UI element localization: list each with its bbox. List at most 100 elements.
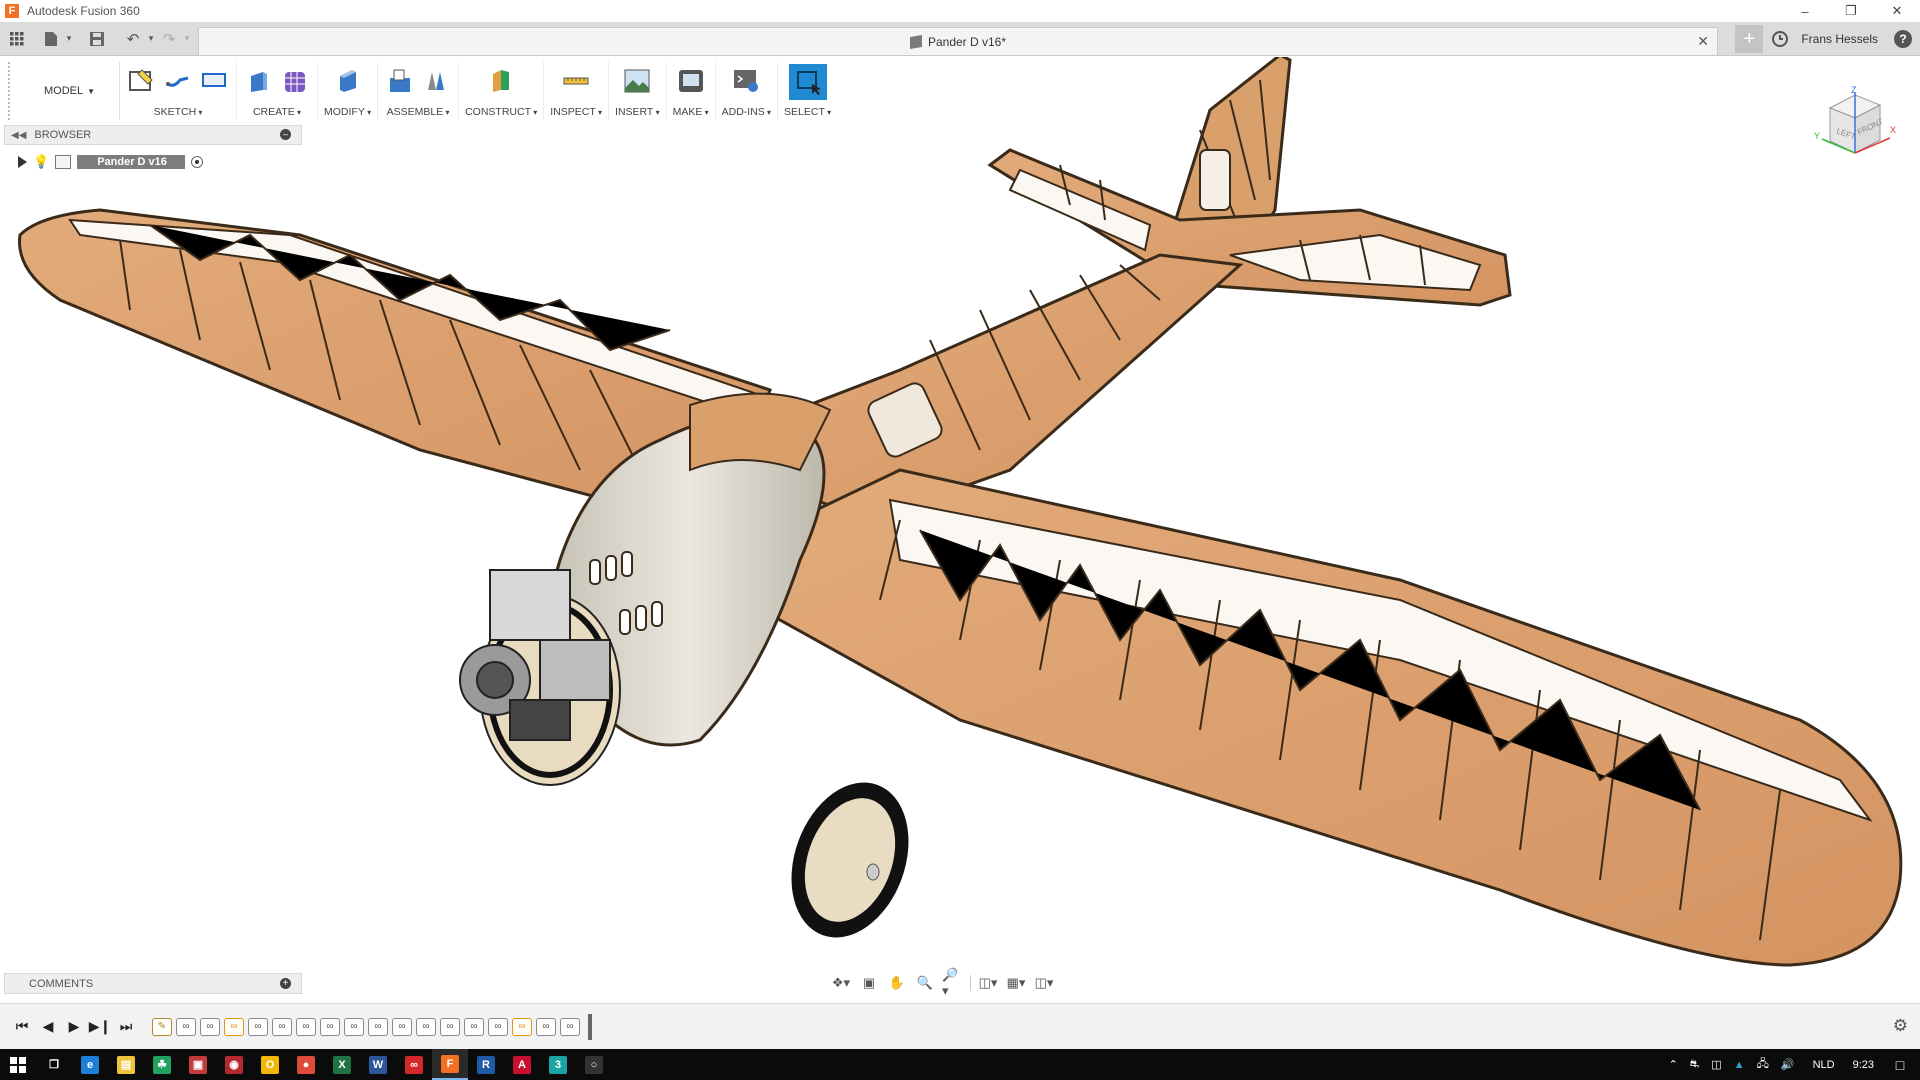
minus-icon[interactable]: –	[280, 129, 291, 140]
autodesk-tray-icon[interactable]: ▲	[1734, 1059, 1745, 1071]
apps-grid-icon[interactable]	[4, 26, 30, 52]
viewports-icon[interactable]: ◫▾	[1033, 973, 1055, 993]
visibility-bulb-icon[interactable]: 💡	[33, 154, 49, 170]
taskbar-app-red-2-icon[interactable]: ◉	[216, 1049, 252, 1080]
go-to-end-button[interactable]: ⏭	[114, 1015, 138, 1039]
insert-image-icon[interactable]	[621, 64, 653, 96]
airplane-model[interactable]	[0, 57, 1920, 1000]
timeline-feature-joint-icon[interactable]: ∞	[320, 1017, 340, 1036]
select-icon[interactable]	[788, 64, 827, 100]
modify-menu[interactable]: MODIFY	[324, 106, 371, 118]
step-back-button[interactable]: ◀	[36, 1015, 60, 1039]
taskbar-chrome-icon[interactable]: ●	[288, 1049, 324, 1080]
sketch-menu[interactable]: SKETCH	[154, 106, 203, 118]
taskbar-revit-icon[interactable]: R	[468, 1049, 504, 1080]
add-comment-icon[interactable]: +	[280, 978, 291, 989]
root-item-label[interactable]: Pander D v16	[77, 155, 185, 169]
taskbar-explorer-icon[interactable]: ▤	[108, 1049, 144, 1080]
timeline-feature-joint-icon[interactable]: ∞	[440, 1017, 460, 1036]
tray-expand-icon[interactable]: ⌃	[1669, 1058, 1678, 1071]
toolbar-handle[interactable]	[8, 62, 14, 120]
storage-icon[interactable]: ◫	[1711, 1058, 1721, 1071]
comments-panel[interactable]: COMMENTS +	[4, 973, 302, 994]
timeline-feature-orange-icon[interactable]: ∞	[224, 1017, 244, 1036]
new-component-icon[interactable]	[384, 64, 416, 96]
close-button[interactable]: ✕	[1874, 0, 1920, 22]
network-icon[interactable]: 🖧	[1757, 1055, 1769, 1074]
file-icon[interactable]	[38, 26, 64, 52]
tab-close-icon[interactable]: ✕	[1697, 33, 1709, 50]
timeline-feature-joint-icon[interactable]: ∞	[560, 1017, 580, 1036]
redo-dropdown-icon[interactable]: ▾	[182, 26, 192, 52]
taskbar-app-green-icon[interactable]: ☘	[144, 1049, 180, 1080]
scripts-icon[interactable]	[730, 64, 762, 96]
line-icon[interactable]	[162, 64, 194, 96]
browser-panel-header[interactable]: ◀◀ BROWSER –	[4, 125, 302, 145]
windows-start-icon[interactable]	[0, 1049, 36, 1080]
timeline-feature-joint-icon[interactable]: ∞	[200, 1017, 220, 1036]
new-tab-button[interactable]: +	[1735, 25, 1764, 53]
taskbar-app-dim-icon[interactable]: ○	[576, 1049, 612, 1080]
taskbar-excel-icon[interactable]: X	[324, 1049, 360, 1080]
minimize-button[interactable]: –	[1782, 0, 1828, 22]
taskbar-app-red-1-icon[interactable]: ▣	[180, 1049, 216, 1080]
save-icon[interactable]	[84, 26, 110, 52]
help-icon[interactable]: ?	[1894, 30, 1912, 48]
look-at-icon[interactable]: ▣	[858, 973, 880, 993]
timeline-feature-joint-icon[interactable]: ∞	[488, 1017, 508, 1036]
taskbar-app-yellow-icon[interactable]: O	[252, 1049, 288, 1080]
timeline-settings-gear-icon[interactable]: ⚙	[1893, 1016, 1908, 1036]
redo-icon[interactable]: ↷	[156, 26, 182, 52]
offset-plane-icon[interactable]	[485, 64, 517, 96]
pan-icon[interactable]: ✋	[886, 973, 908, 993]
taskbar-edge-icon[interactable]: e	[72, 1049, 108, 1080]
step-forward-button[interactable]: ▶❙	[88, 1015, 112, 1039]
create-menu[interactable]: CREATE	[253, 106, 301, 118]
canvas-viewport[interactable]	[0, 57, 1920, 1000]
3d-print-icon[interactable]	[675, 64, 707, 96]
taskbar-task-view-icon[interactable]: ❐	[36, 1049, 72, 1080]
orbit-icon[interactable]: ❖▾	[830, 973, 852, 993]
file-dropdown-icon[interactable]: ▾	[64, 26, 74, 52]
fit-icon[interactable]: 🔎▾	[942, 967, 964, 998]
press-pull-icon[interactable]	[332, 64, 364, 96]
assemble-menu[interactable]: ASSEMBLE	[387, 106, 450, 118]
viewcube[interactable]: LEFT FRONT Z X Y	[1810, 83, 1900, 173]
security-icon[interactable]: ⛐	[1690, 1058, 1700, 1072]
undo-icon[interactable]: ↶	[120, 26, 146, 52]
clock-time[interactable]: 9:23	[1853, 1059, 1874, 1071]
display-settings-icon[interactable]: ◫▾	[977, 973, 999, 993]
go-to-start-button[interactable]: ⏮	[10, 1015, 34, 1039]
taskbar-word-icon[interactable]: W	[360, 1049, 396, 1080]
play-button[interactable]: ▶	[62, 1015, 86, 1039]
timeline-feature-orange-icon[interactable]: ∞	[512, 1017, 532, 1036]
job-status-icon[interactable]	[1769, 28, 1791, 50]
user-name[interactable]: Frans Hessels	[1801, 32, 1878, 46]
taskbar-app-teal-icon[interactable]: 3	[540, 1049, 576, 1080]
timeline-marker[interactable]	[588, 1013, 592, 1040]
timeline-feature-joint-icon[interactable]: ∞	[416, 1017, 436, 1036]
taskbar-autocad-icon[interactable]: A	[504, 1049, 540, 1080]
collapse-icon[interactable]: ◀◀	[11, 130, 26, 141]
notifications-icon[interactable]: □	[1880, 1049, 1920, 1080]
timeline-feature-joint-icon[interactable]: ∞	[344, 1017, 364, 1036]
document-tab[interactable]: Pander D v16* ✕	[198, 27, 1718, 55]
timeline-feature-joint-icon[interactable]: ∞	[296, 1017, 316, 1036]
timeline-feature-joint-icon[interactable]: ∞	[392, 1017, 412, 1036]
rectangle-icon[interactable]	[198, 64, 230, 96]
form-icon[interactable]	[279, 64, 311, 96]
taskbar-creative-cloud-icon[interactable]: ∞	[396, 1049, 432, 1080]
make-menu[interactable]: MAKE	[673, 106, 709, 118]
inspect-menu[interactable]: INSPECT	[550, 106, 602, 118]
input-language[interactable]: NLD	[1813, 1059, 1835, 1071]
timeline-feature-joint-icon[interactable]: ∞	[248, 1017, 268, 1036]
addins-menu[interactable]: ADD-INS	[722, 106, 771, 118]
undo-dropdown-icon[interactable]: ▾	[146, 26, 156, 52]
grid-settings-icon[interactable]: ▦▾	[1005, 973, 1027, 993]
timeline-feature-joint-icon[interactable]: ∞	[368, 1017, 388, 1036]
restore-button[interactable]: ❐	[1828, 0, 1874, 22]
measure-icon[interactable]	[560, 64, 592, 96]
timeline-feature-sketch-icon[interactable]: ✎	[152, 1017, 172, 1036]
workspace-switcher[interactable]: MODEL ▼	[20, 62, 120, 120]
joint-icon[interactable]	[420, 64, 452, 96]
